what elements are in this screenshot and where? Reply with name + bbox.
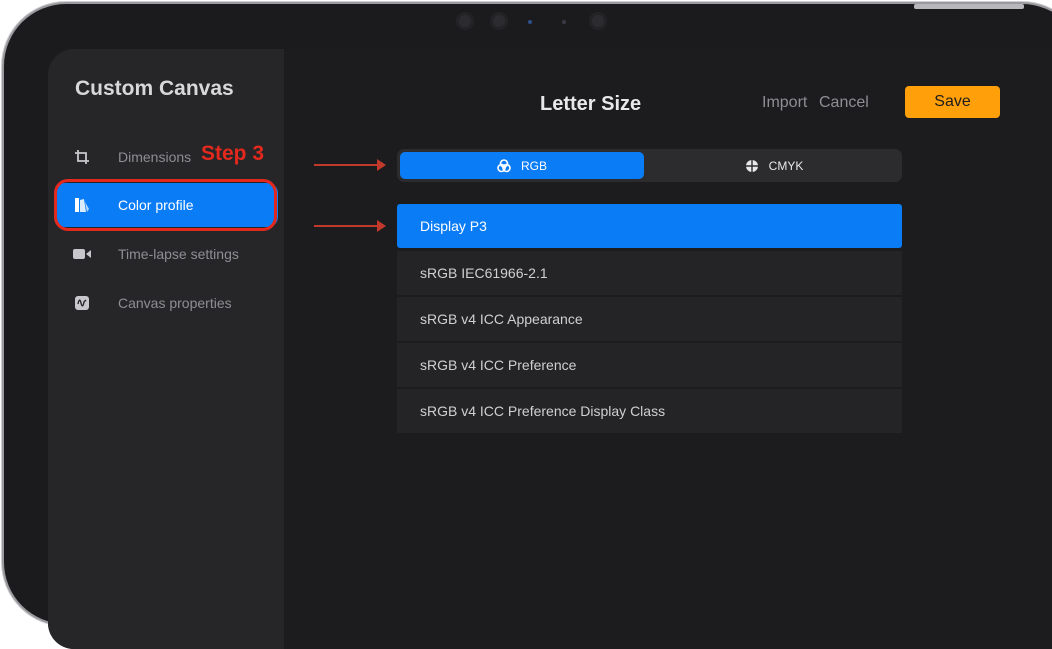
front-camera bbox=[456, 12, 474, 30]
profile-row-srgb-iec[interactable]: sRGB IEC61966-2.1 bbox=[397, 251, 902, 295]
import-button[interactable]: Import bbox=[762, 94, 807, 112]
canvas-properties-icon bbox=[68, 295, 96, 311]
profile-row-srgb-v4-appearance[interactable]: sRGB v4 ICC Appearance bbox=[397, 297, 902, 341]
color-profile-icon bbox=[68, 197, 96, 213]
segment-cmyk[interactable]: CMYK bbox=[649, 152, 899, 179]
profile-row-display-p3[interactable]: Display P3 bbox=[397, 204, 902, 248]
sidebar-title: Custom Canvas bbox=[75, 77, 234, 100]
profile-label: Display P3 bbox=[420, 218, 487, 234]
top-button bbox=[914, 4, 1024, 9]
sidebar: Custom Canvas Dimensions Color profile T… bbox=[48, 49, 284, 649]
profile-row-srgb-v4-preference[interactable]: sRGB v4 ICC Preference bbox=[397, 343, 902, 387]
annotation-arrow-to-profile bbox=[314, 220, 386, 232]
segment-label: RGB bbox=[520, 158, 547, 173]
profile-label: sRGB v4 ICC Preference bbox=[420, 357, 577, 373]
sensor-dot bbox=[562, 20, 566, 24]
sidebar-item-label: Dimensions bbox=[118, 149, 192, 165]
sidebar-item-label: Time-lapse settings bbox=[118, 246, 239, 262]
sensor-dot bbox=[528, 20, 532, 24]
annotation-arrow-to-color-mode bbox=[314, 159, 386, 171]
segment-label: CMYK bbox=[768, 158, 804, 173]
face-id-sensor bbox=[589, 12, 607, 30]
crop-icon bbox=[68, 149, 96, 165]
color-mode-segmented-control: RGB CMYK bbox=[397, 149, 902, 182]
profile-label: sRGB v4 ICC Appearance bbox=[420, 311, 583, 327]
page-title: Letter Size bbox=[540, 93, 642, 115]
profile-label: sRGB IEC61966-2.1 bbox=[420, 265, 548, 281]
profile-row-srgb-v4-preference-display[interactable]: sRGB v4 ICC Preference Display Class bbox=[397, 389, 902, 433]
sidebar-item-time-lapse[interactable]: Time-lapse settings bbox=[54, 232, 278, 276]
sidebar-item-color-profile[interactable]: Color profile bbox=[54, 183, 278, 227]
step-annotation: Step 3 bbox=[201, 142, 265, 165]
save-button[interactable]: Save bbox=[905, 86, 1000, 118]
cmyk-icon bbox=[745, 159, 759, 173]
rgb-icon bbox=[497, 158, 511, 173]
segment-rgb[interactable]: RGB bbox=[400, 152, 644, 179]
sidebar-item-canvas-properties[interactable]: Canvas properties bbox=[54, 281, 278, 325]
cancel-button[interactable]: Cancel bbox=[819, 94, 869, 112]
sidebar-item-label: Color profile bbox=[118, 197, 194, 213]
sidebar-item-label: Canvas properties bbox=[118, 295, 232, 311]
profile-label: sRGB v4 ICC Preference Display Class bbox=[420, 403, 666, 419]
front-camera-lens bbox=[490, 12, 508, 30]
video-camera-icon bbox=[68, 247, 96, 261]
